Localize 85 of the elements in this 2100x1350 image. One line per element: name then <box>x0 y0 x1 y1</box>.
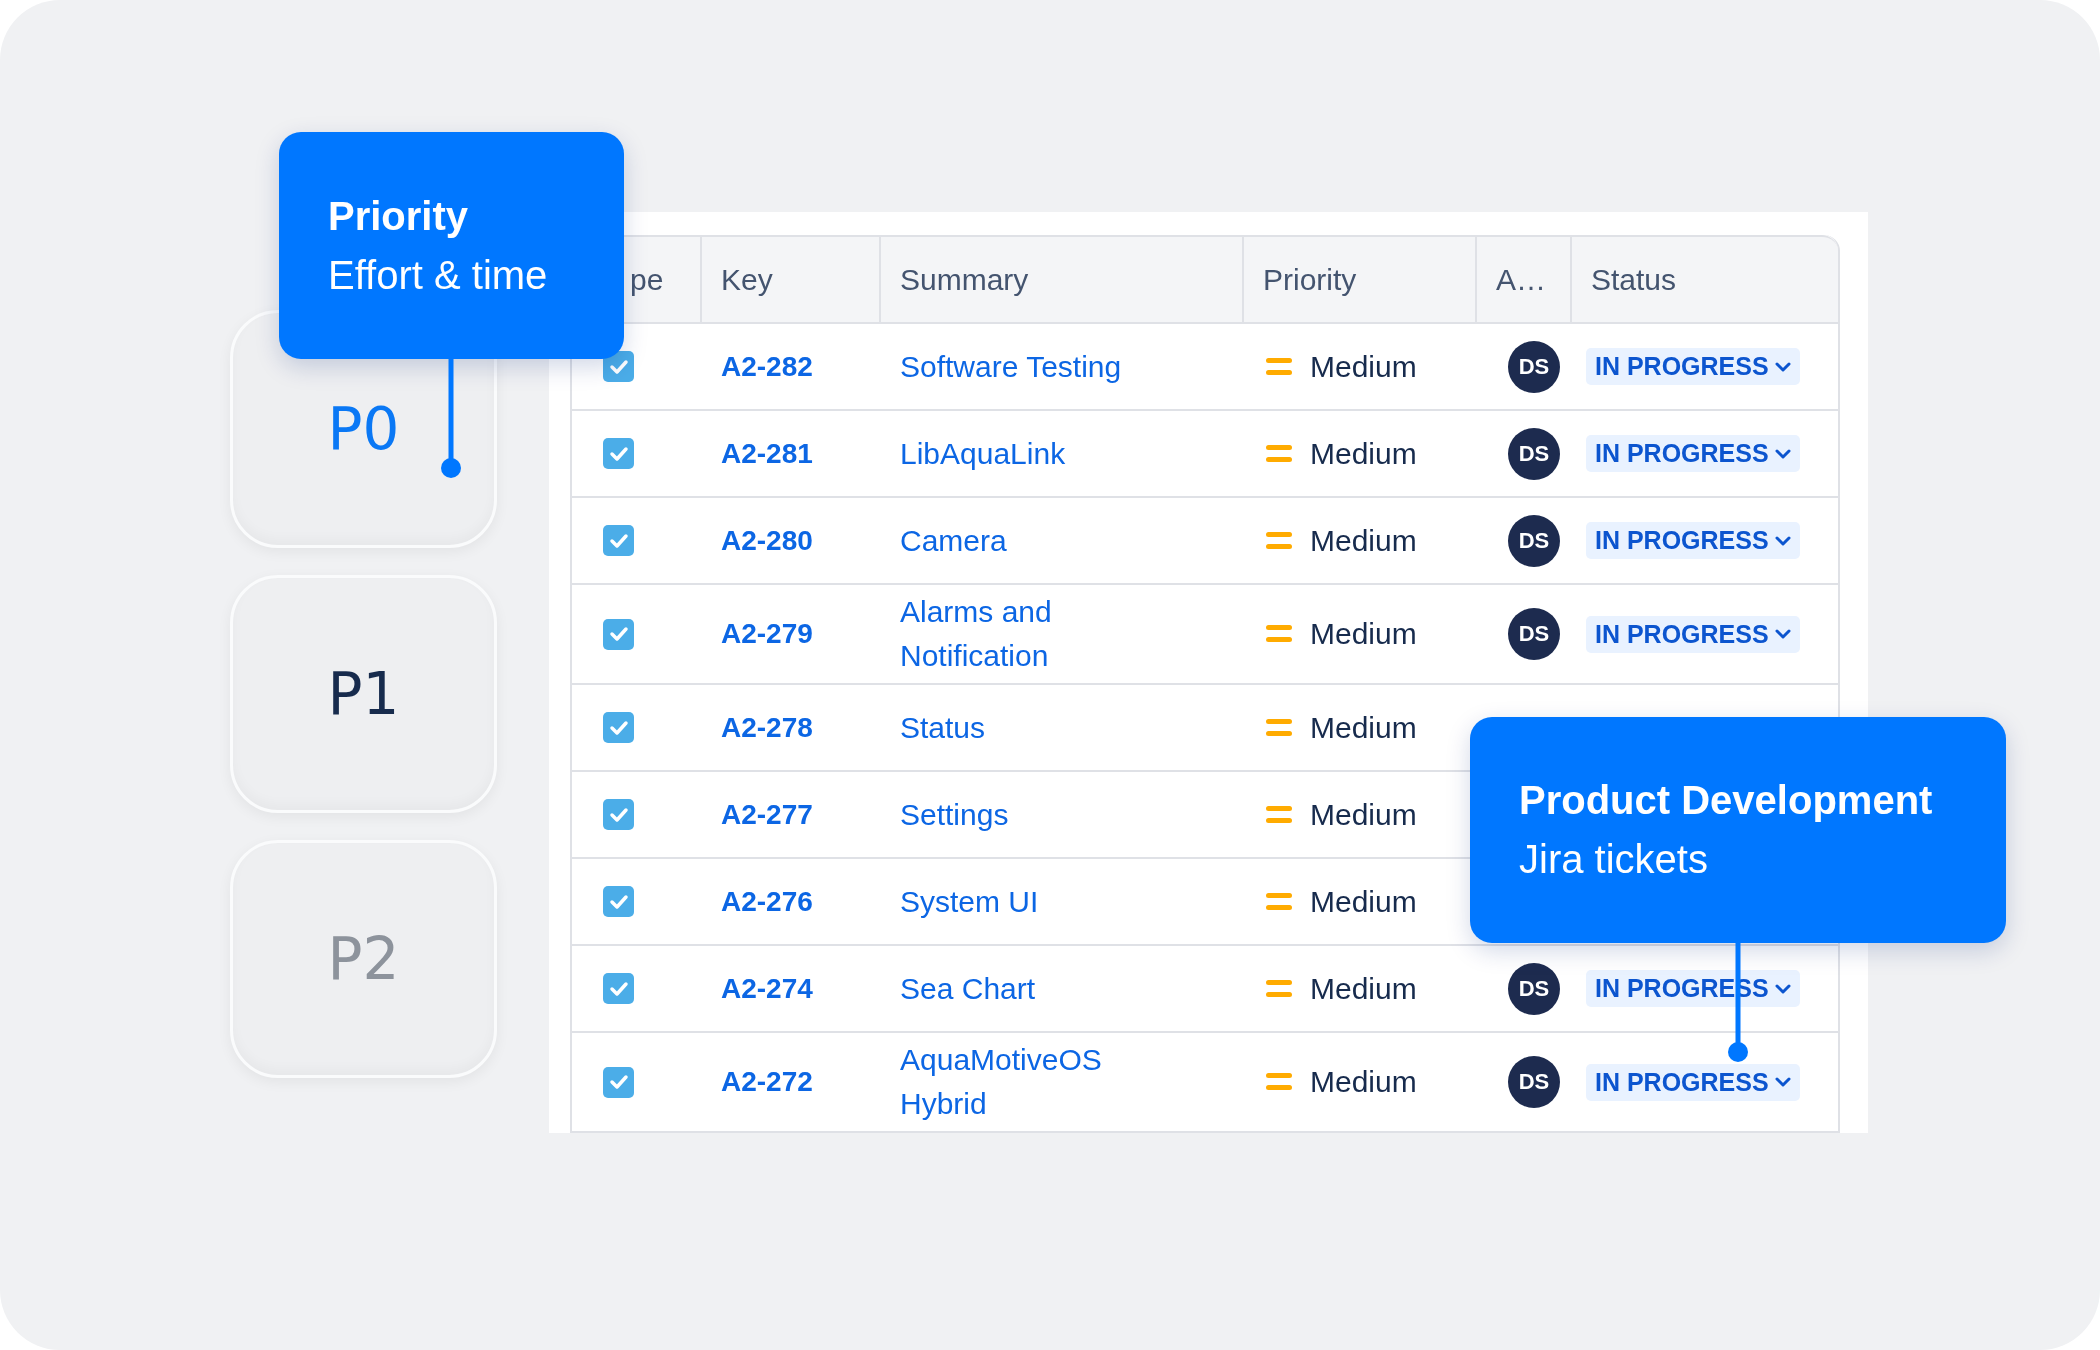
checkmark-icon <box>608 980 629 997</box>
priority-medium-icon <box>1266 892 1292 911</box>
priority-medium-icon <box>1266 531 1292 550</box>
priority-medium-icon <box>1266 625 1292 643</box>
checkmark-icon <box>608 626 629 642</box>
checkmark-icon <box>608 1074 629 1090</box>
chevron-down-icon <box>1774 360 1791 373</box>
checkbox[interactable] <box>603 1066 634 1098</box>
summary-link[interactable]: System UI <box>900 879 1180 924</box>
issue-key-link[interactable]: A2-282 <box>721 350 813 383</box>
status-dropdown[interactable]: IN PROGRESS <box>1586 435 1800 472</box>
status-dropdown[interactable]: IN PROGRESS <box>1586 1063 1800 1101</box>
checkbox[interactable] <box>603 799 634 830</box>
chevron-down-icon <box>1774 1076 1791 1088</box>
checkbox[interactable] <box>603 351 634 382</box>
summary-link[interactable]: Camera <box>900 518 1180 563</box>
chevron-down-icon <box>1774 534 1791 547</box>
priority-card[interactable]: P1 <box>230 575 497 813</box>
summary-link[interactable]: Settings <box>900 792 1180 837</box>
priority-medium-icon <box>1266 805 1292 824</box>
priority-label: P1 <box>327 660 400 728</box>
checkbox[interactable] <box>603 886 634 917</box>
checkmark-icon <box>608 358 629 375</box>
priority-text: Medium <box>1310 349 1417 384</box>
checkmark-icon <box>608 445 629 462</box>
priority-text: Medium <box>1310 884 1417 919</box>
priority-text: Medium <box>1310 523 1417 558</box>
issue-key-link[interactable]: A2-274 <box>721 972 813 1005</box>
issue-key-link[interactable]: A2-278 <box>721 711 813 744</box>
checkmark-icon <box>608 893 629 910</box>
assignee-avatar[interactable]: DS <box>1508 340 1560 393</box>
callout-subtitle: Jira tickets <box>1519 837 1709 882</box>
checkbox[interactable] <box>603 438 634 469</box>
checkmark-icon <box>608 532 629 549</box>
priority-medium-icon <box>1266 979 1292 998</box>
priority-text: Medium <box>1310 436 1417 471</box>
summary-link[interactable]: AquaMotiveOS Hybrid <box>900 1038 1180 1126</box>
priority-medium-icon <box>1266 357 1292 376</box>
priority-medium-icon <box>1266 1073 1292 1091</box>
checkbox[interactable] <box>603 973 634 1004</box>
chevron-down-icon <box>1774 447 1791 460</box>
summary-link[interactable]: Sea Chart <box>900 966 1180 1011</box>
priority-label: P2 <box>327 925 400 993</box>
summary-link[interactable]: Status <box>900 705 1180 750</box>
column-header[interactable]: A… <box>1477 237 1572 322</box>
issue-key-link[interactable]: A2-279 <box>721 618 813 650</box>
checkbox[interactable] <box>603 712 634 743</box>
chevron-down-icon <box>1774 628 1791 640</box>
priority-medium-icon <box>1266 718 1292 737</box>
assignee-avatar[interactable]: DS <box>1508 962 1560 1015</box>
status-dropdown[interactable]: IN PROGRESS <box>1586 615 1800 653</box>
checkmark-icon <box>608 719 629 736</box>
column-header[interactable]: Priority <box>1244 237 1477 322</box>
priority-text: Medium <box>1310 1065 1417 1099</box>
priority-medium-icon <box>1266 444 1292 463</box>
checkbox[interactable] <box>603 525 634 556</box>
priority-label: P0 <box>327 395 400 463</box>
checkbox[interactable] <box>603 618 634 650</box>
callout-subtitle: Effort & time <box>328 252 549 298</box>
assignee-avatar[interactable]: DS <box>1508 514 1560 567</box>
status-dropdown[interactable]: IN PROGRESS <box>1586 348 1800 385</box>
callout-title: Product Development <box>1519 778 1934 823</box>
priority-text: Medium <box>1310 710 1417 745</box>
column-header[interactable]: Summary <box>881 237 1244 322</box>
chevron-down-icon <box>1774 982 1791 995</box>
issue-key-link[interactable]: A2-276 <box>721 885 813 918</box>
checkmark-icon <box>608 806 629 823</box>
callout-title: Priority <box>328 193 470 239</box>
column-header[interactable]: Key <box>702 237 881 322</box>
issue-key-link[interactable]: A2-277 <box>721 798 813 831</box>
issue-key-link[interactable]: A2-280 <box>721 524 813 557</box>
issue-key-link[interactable]: A2-281 <box>721 437 813 470</box>
summary-link[interactable]: Alarms and Notification <box>900 590 1180 678</box>
priority-text: Medium <box>1310 971 1417 1006</box>
column-header[interactable]: Status <box>1572 237 1838 322</box>
assignee-avatar[interactable]: DS <box>1508 608 1560 660</box>
issue-key-link[interactable]: A2-272 <box>721 1066 813 1098</box>
summary-link[interactable]: Software Testing <box>900 344 1180 389</box>
assignee-avatar[interactable]: DS <box>1508 427 1560 480</box>
status-dropdown[interactable]: IN PROGRESS <box>1586 522 1800 559</box>
priority-card[interactable]: P2 <box>230 840 497 1078</box>
assignee-avatar[interactable]: DS <box>1508 1056 1560 1108</box>
priority-text: Medium <box>1310 797 1417 832</box>
priority-text: Medium <box>1310 617 1417 651</box>
summary-link[interactable]: LibAquaLink <box>900 431 1180 476</box>
